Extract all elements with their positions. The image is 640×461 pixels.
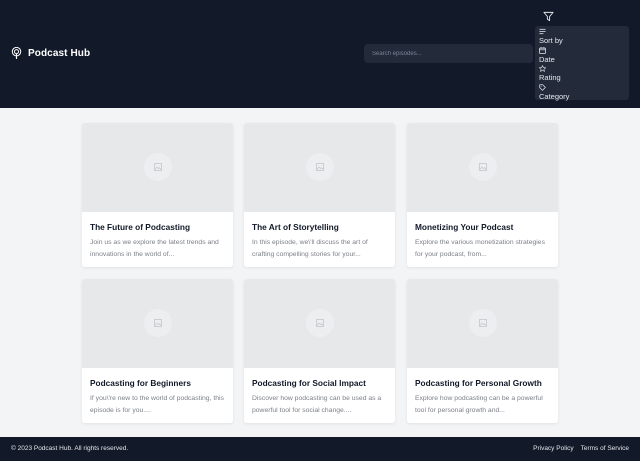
episode-description: Explore the various monetization strateg…: [415, 239, 545, 258]
episode-card[interactable]: Podcasting for Personal Growth Explore h…: [407, 279, 558, 423]
sort-category-label[interactable]: Category: [539, 92, 629, 102]
episode-card[interactable]: Podcasting for Beginners If you\'re new …: [82, 279, 233, 423]
episode-card[interactable]: Monetizing Your Podcast Explore the vari…: [407, 123, 558, 267]
image-placeholder-icon: [479, 319, 487, 327]
image-placeholder-icon: [316, 319, 324, 327]
episode-thumbnail: [82, 279, 233, 368]
episode-title[interactable]: Podcasting for Personal Growth: [415, 378, 542, 388]
episode-thumbnail: [407, 123, 558, 212]
episode-card[interactable]: The Future of Podcasting Join us as we e…: [82, 123, 233, 267]
episode-title[interactable]: Podcasting for Social Impact: [252, 378, 366, 388]
episode-description: Join us as we explore the latest trends …: [90, 239, 219, 258]
privacy-policy-link[interactable]: Privacy Policy: [533, 445, 573, 452]
sort-rating-option[interactable]: [539, 65, 629, 73]
episode-description: Explore how podcasting can be a powerful…: [415, 395, 543, 414]
episode-description: In this episode, we\'ll discuss the art …: [252, 239, 368, 258]
episode-thumbnail: [244, 123, 395, 212]
episode-title[interactable]: The Art of Storytelling: [252, 222, 339, 232]
episode-title[interactable]: Monetizing Your Podcast: [415, 222, 513, 232]
sort-by-option[interactable]: [539, 28, 629, 36]
episode-title[interactable]: Podcasting for Beginners: [90, 378, 191, 388]
podcast-icon: [11, 47, 22, 59]
list-icon: [539, 28, 546, 35]
episode-description: If you\'re new to the world of podcastin…: [90, 395, 224, 414]
footer-links: Privacy Policy Terms of Service: [533, 445, 629, 452]
image-placeholder-icon: [479, 163, 487, 171]
episode-thumbnail: [82, 123, 233, 212]
filter-icon[interactable]: [543, 11, 554, 22]
image-placeholder-icon: [154, 319, 162, 327]
sort-date-label[interactable]: Date: [539, 55, 629, 65]
terms-of-service-link[interactable]: Terms of Service: [581, 445, 629, 452]
brand-title: Podcast Hub: [28, 47, 91, 59]
star-icon: [539, 65, 546, 72]
image-placeholder-icon: [316, 163, 324, 171]
tag-icon: [539, 83, 546, 91]
image-placeholder-icon: [154, 163, 162, 171]
calendar-icon: [539, 46, 546, 54]
episode-card[interactable]: The Art of Storytelling In this episode,…: [244, 123, 395, 267]
top-header: Podcast Hub Sort by Date: [0, 0, 640, 108]
brand[interactable]: Podcast Hub: [11, 47, 90, 59]
sort-rating-label[interactable]: Rating: [539, 73, 629, 83]
footer: © 2023 Podcast Hub. All rights reserved.…: [0, 437, 640, 461]
sort-category-option[interactable]: [539, 83, 629, 92]
episode-title[interactable]: The Future of Podcasting: [90, 222, 190, 232]
copyright-text: © 2023 Podcast Hub. All rights reserved.: [11, 445, 129, 452]
episode-thumbnail: [244, 279, 395, 368]
sort-by-label[interactable]: Sort by: [539, 36, 629, 46]
sort-menu: Sort by Date Rating Category: [535, 26, 629, 102]
episode-description: Discover how podcasting can be used as a…: [252, 395, 382, 414]
search-input[interactable]: [364, 44, 533, 63]
sort-date-option[interactable]: [539, 46, 629, 55]
episode-thumbnail: [407, 279, 558, 368]
episode-card[interactable]: Podcasting for Social Impact Discover ho…: [244, 279, 395, 423]
